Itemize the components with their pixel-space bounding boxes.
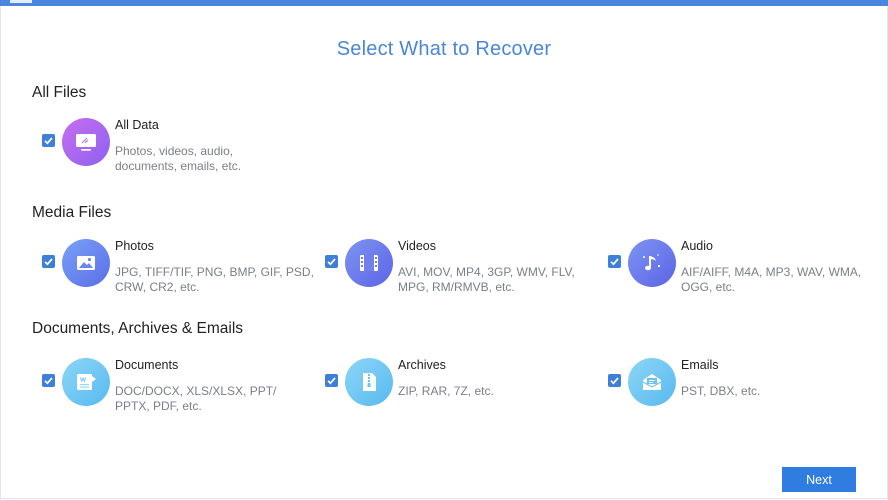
- section-title-media-files: Media Files: [32, 204, 112, 221]
- all-data-checkbox[interactable]: [42, 134, 55, 147]
- archives-description: ZIP, RAR, 7Z, etc.: [398, 384, 494, 398]
- photos-description: JPG, TIFF/TIF, PNG, BMP, GIF, PSD, CRW, …: [115, 265, 314, 294]
- word-document-icon: W: [62, 358, 110, 406]
- audio-label: Audio: [681, 239, 713, 253]
- documents-description: DOC/DOCX, XLS/XLSX, PPT/ PPTX, PDF, etc.: [115, 384, 277, 413]
- checkmark-icon: [610, 258, 619, 266]
- videos-description: AVI, MOV, MP4, 3GP, WMV, FLV, MPG, RM/RM…: [398, 265, 575, 294]
- documents-label: Documents: [115, 358, 179, 372]
- envelope-icon: [628, 358, 676, 406]
- emails-checkbox[interactable]: [608, 374, 621, 387]
- documents-checkbox[interactable]: [42, 374, 55, 387]
- checkmark-icon: [44, 137, 53, 145]
- option-documents[interactable]: W Documents DOC/DOCX, XLS/XLSX, PPT/ PPT…: [42, 358, 322, 418]
- all-data-description: Photos, videos, audio, documents, emails…: [115, 144, 242, 173]
- emails-label: Emails: [681, 358, 719, 372]
- photos-label: Photos: [115, 239, 154, 253]
- photos-checkbox[interactable]: [42, 255, 55, 268]
- music-note-icon: [628, 239, 676, 287]
- checkmark-icon: [327, 258, 336, 266]
- archives-label: Archives: [398, 358, 446, 372]
- film-icon: [345, 239, 393, 287]
- archives-checkbox[interactable]: [325, 374, 338, 387]
- checkmark-icon: [44, 377, 53, 385]
- option-photos[interactable]: Photos JPG, TIFF/TIF, PNG, BMP, GIF, PSD…: [42, 239, 322, 299]
- option-all-data[interactable]: All Data Photos, videos, audio, document…: [42, 118, 322, 178]
- svg-text:W: W: [80, 378, 86, 384]
- section-title-documents: Documents, Archives & Emails: [32, 320, 244, 337]
- audio-checkbox[interactable]: [608, 255, 621, 268]
- audio-description: AIF/AIFF, M4A, MP3, WAV, WMA, OGG, etc.: [681, 265, 862, 294]
- photo-icon: [62, 239, 110, 287]
- checkmark-icon: [44, 258, 53, 266]
- checkmark-icon: [610, 377, 619, 385]
- all-data-label: All Data: [115, 118, 159, 132]
- checkmark-icon: [327, 377, 336, 385]
- option-videos[interactable]: Videos AVI, MOV, MP4, 3GP, WMV, FLV, MPG…: [325, 239, 605, 299]
- monitor-icon: [62, 118, 110, 166]
- next-button[interactable]: Next: [782, 467, 856, 492]
- option-audio[interactable]: Audio AIF/AIFF, M4A, MP3, WAV, WMA, OGG,…: [608, 239, 888, 299]
- option-archives[interactable]: Archives ZIP, RAR, 7Z, etc.: [325, 358, 605, 418]
- emails-description: PST, DBX, etc.: [681, 384, 761, 398]
- app-logo: [10, 0, 32, 3]
- zip-file-icon: [345, 358, 393, 406]
- option-emails[interactable]: Emails PST, DBX, etc.: [608, 358, 888, 418]
- page-title: Select What to Recover: [336, 38, 552, 60]
- videos-checkbox[interactable]: [325, 255, 338, 268]
- section-title-all-files: All Files: [32, 84, 87, 101]
- videos-label: Videos: [398, 239, 436, 253]
